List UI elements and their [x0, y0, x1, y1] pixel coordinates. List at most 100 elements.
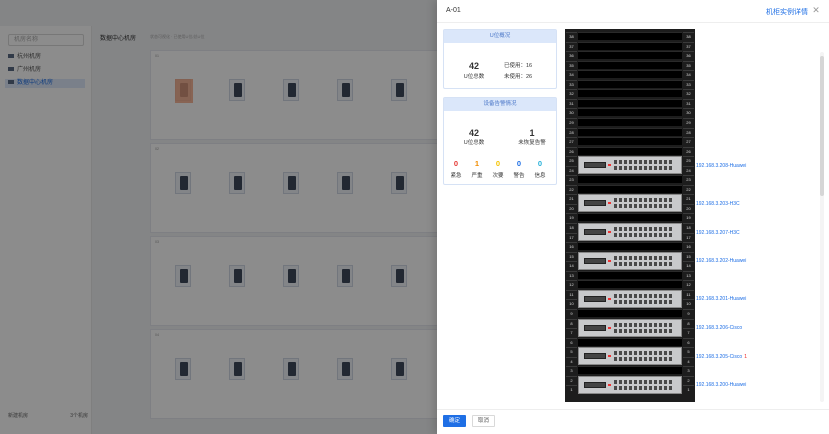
- empty-rack-slot[interactable]: [578, 175, 682, 184]
- scrollbar-thumb[interactable]: [820, 56, 824, 196]
- empty-rack-slot[interactable]: [578, 89, 682, 98]
- rack-unit-number: 30: [683, 108, 694, 116]
- empty-rack-slot[interactable]: [578, 270, 682, 279]
- empty-rack-slot[interactable]: [578, 60, 682, 69]
- rack-device[interactable]: [578, 156, 682, 175]
- rack-unit-number: 27: [683, 137, 694, 145]
- alarm-level-count: 1: [474, 159, 480, 168]
- rack-unit-number: 27: [566, 137, 577, 145]
- alarm-level-count: 0: [495, 159, 501, 168]
- alarm-level-info: 0 信息: [532, 159, 548, 179]
- status-led: [608, 383, 611, 386]
- device-label-link[interactable]: 192.168.3.208-Huawei: [696, 163, 746, 169]
- rack-unit-number: 4: [566, 356, 577, 365]
- empty-rack-slot[interactable]: [578, 213, 682, 222]
- status-led: [608, 355, 611, 358]
- cabinet-detail-link[interactable]: 机柜实例详情: [766, 7, 808, 17]
- rack-device[interactable]: [578, 223, 682, 242]
- empty-rack-slot[interactable]: [578, 308, 682, 317]
- device-ports: [614, 322, 674, 333]
- rack-unit-number: 33: [566, 79, 577, 88]
- rack-unit-number: 14: [683, 261, 694, 269]
- empty-rack-slot[interactable]: [578, 41, 682, 50]
- empty-rack-slot[interactable]: [578, 137, 682, 146]
- rack-unit-number: 9: [566, 308, 577, 317]
- rack-unit-number: 26: [566, 146, 577, 155]
- device-label-link[interactable]: 192.168.3.201-Huawei: [696, 296, 746, 302]
- cabinet-drawer: A-01 机柜实例详情 ✕ U位概况 42 U位总数 已使用：16 未使用：26…: [437, 0, 829, 434]
- rack-unit-number: 11: [566, 289, 577, 298]
- empty-rack-slot[interactable]: [578, 108, 682, 117]
- rack-unit-number: 18: [566, 223, 577, 231]
- rack-unit-number: 19: [683, 213, 694, 221]
- rack-unit-number: 37: [683, 41, 694, 50]
- device-label-link[interactable]: 192.168.3.202-Huawei: [696, 258, 746, 264]
- device-label-text: 192.168.3.201-Huawei: [696, 296, 747, 303]
- empty-rack-slot[interactable]: [578, 98, 682, 107]
- empty-rack-slot[interactable]: [578, 70, 682, 79]
- device-ports: [614, 293, 674, 304]
- rack-unit-number: 7: [683, 328, 694, 336]
- device-label-link[interactable]: 192.168.3.207-H3C: [696, 230, 740, 236]
- rack-unit-number: 12: [683, 280, 694, 288]
- alarm-level-label: 警告: [513, 173, 525, 179]
- alarm-bell-icon[interactable]: 1: [744, 354, 747, 360]
- device-panel: [584, 324, 606, 331]
- empty-rack-slot[interactable]: [578, 337, 682, 346]
- modal-overlay[interactable]: [0, 0, 437, 434]
- device-ports: [614, 351, 674, 362]
- empty-rack-slot[interactable]: [578, 280, 682, 289]
- device-label-link[interactable]: 192.168.3.200-Huawei: [696, 382, 746, 388]
- device-label-link[interactable]: 192.168.3.205-Cisco 1: [696, 354, 747, 360]
- device-ports: [614, 227, 674, 237]
- rack-unit-number: 6: [566, 337, 577, 346]
- rack-device[interactable]: [578, 194, 682, 213]
- rack-unit-number: 19: [566, 213, 577, 221]
- device-ports: [614, 379, 674, 390]
- rack-unit-number: 25: [683, 156, 694, 164]
- rack-unit-number: 8: [683, 318, 694, 327]
- rack-device[interactable]: [578, 347, 682, 366]
- empty-rack-slot[interactable]: [578, 79, 682, 88]
- rack-unit-number: 20: [566, 203, 577, 212]
- empty-rack-slot[interactable]: [578, 127, 682, 136]
- rack-unit-number: 34: [566, 70, 577, 78]
- empty-rack-slot[interactable]: [578, 117, 682, 126]
- unrecovered-alarm-label: 未恢复告警: [518, 140, 546, 146]
- device-label-link[interactable]: 192.168.3.206-Cisco: [696, 325, 742, 331]
- alarm-level-label: 次要: [492, 173, 504, 179]
- u-total-value: 42: [468, 61, 479, 71]
- status-led: [608, 297, 611, 300]
- cancel-button[interactable]: 取消: [472, 415, 495, 427]
- device-label-text: 192.168.3.205-Cisco: [696, 353, 743, 360]
- rack-unit-number: 13: [566, 270, 577, 279]
- rack-device[interactable]: [578, 289, 682, 308]
- rack-unit-number: 4: [683, 356, 694, 365]
- empty-rack-slot[interactable]: [578, 184, 682, 193]
- rack-unit-number: 32: [566, 89, 577, 97]
- alarm-level-count: 0: [516, 159, 522, 168]
- rack-device[interactable]: [578, 375, 682, 394]
- rack-device[interactable]: [578, 251, 682, 270]
- alarm-u-total-value: 42: [468, 128, 479, 138]
- empty-rack-slot[interactable]: [578, 146, 682, 155]
- device-panel: [584, 229, 606, 235]
- rack-unit-number: 14: [566, 261, 577, 269]
- rack-unit-number: 18: [683, 223, 694, 231]
- close-icon[interactable]: ✕: [811, 5, 821, 16]
- alarm-level-major: 1 严重: [469, 159, 485, 179]
- device-label-link[interactable]: 192.168.3.203-H3C: [696, 201, 740, 207]
- alarm-level-count: 0: [537, 159, 543, 168]
- empty-rack-slot[interactable]: [578, 51, 682, 60]
- rack-device[interactable]: [578, 318, 682, 337]
- empty-rack-slot[interactable]: [578, 32, 682, 40]
- rack-unit-number: 3: [566, 366, 577, 374]
- empty-rack-slot[interactable]: [578, 366, 682, 375]
- confirm-button[interactable]: 确定: [443, 415, 466, 427]
- divider: [437, 409, 829, 410]
- alarm-level-label: 紧急: [450, 173, 462, 179]
- rack-unit-number: 10: [566, 299, 577, 307]
- device-ports: [614, 255, 674, 266]
- empty-rack-slot[interactable]: [578, 242, 682, 251]
- device-panel: [584, 200, 606, 207]
